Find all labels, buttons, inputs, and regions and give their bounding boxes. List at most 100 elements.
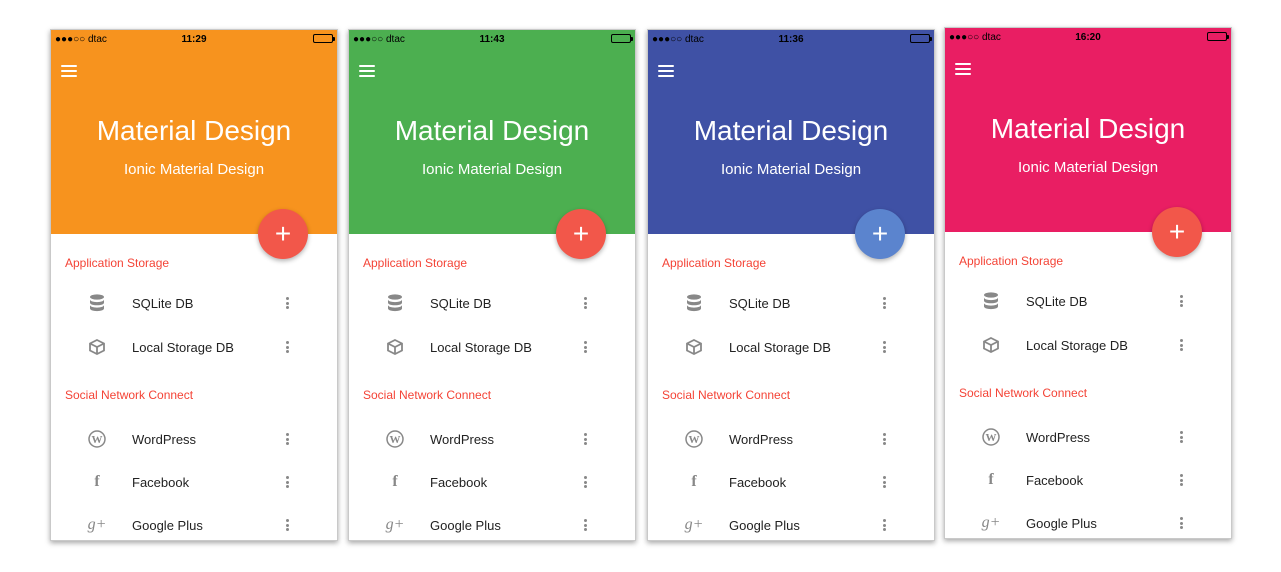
list-item-google-plus[interactable]: g+ Google Plus [945, 503, 1231, 538]
menu-button[interactable] [955, 63, 971, 75]
item-label: WordPress [1026, 430, 1091, 445]
page-title: Material Design [990, 113, 1186, 144]
list-item-wordpress[interactable]: W WordPress [349, 419, 635, 459]
list-item-local-storage[interactable]: Local Storage DB [648, 327, 934, 367]
svg-text:W: W [390, 434, 401, 446]
more-vert-icon[interactable] [581, 295, 589, 311]
menu-button[interactable] [658, 65, 674, 77]
item-label: Google Plus [430, 518, 501, 533]
phone-screen-green: ●●●○○ dtac 11:43 Material Design Ionic M… [348, 29, 636, 541]
cube-icon [684, 337, 704, 357]
page-subtitle: Ionic Material Design [421, 161, 563, 178]
more-vert-icon[interactable] [283, 517, 291, 533]
list-item-facebook[interactable]: f Facebook [349, 462, 635, 502]
list-item-wordpress[interactable]: W WordPress [648, 419, 934, 459]
more-vert-icon[interactable] [581, 339, 589, 355]
battery-icon [313, 34, 335, 43]
more-vert-icon[interactable] [1177, 293, 1185, 309]
database-icon [385, 293, 405, 313]
svg-text:W: W [92, 434, 103, 446]
database-icon [87, 293, 107, 313]
more-vert-icon[interactable] [581, 517, 589, 533]
list-item-google-plus[interactable]: g+ Google Plus [648, 505, 934, 540]
cube-icon [981, 335, 1001, 355]
more-vert-icon[interactable] [283, 295, 291, 311]
section-header-application-storage: Application Storage [65, 256, 170, 270]
more-vert-icon[interactable] [1177, 429, 1185, 445]
more-vert-icon[interactable] [880, 474, 888, 490]
more-vert-icon[interactable] [880, 295, 888, 311]
list-item-sqlite[interactable]: SQLite DB [51, 283, 337, 323]
google-plus-icon: g+ [684, 516, 704, 533]
item-label: SQLite DB [1026, 294, 1088, 309]
list-item-google-plus[interactable]: g+ Google Plus [51, 505, 337, 540]
list-item-local-storage[interactable]: Local Storage DB [945, 325, 1231, 365]
header: ●●●○○ dtac 11:36 Material Design Ionic M… [648, 30, 934, 234]
item-label: Local Storage DB [729, 340, 831, 355]
google-plus-icon: g+ [385, 516, 405, 533]
page-title: Material Design [394, 115, 590, 146]
item-label: WordPress [430, 432, 495, 447]
list-item-local-storage[interactable]: Local Storage DB [349, 327, 635, 367]
menu-button[interactable] [359, 65, 375, 77]
battery-indicator [611, 34, 633, 43]
add-fab-button[interactable]: + [855, 209, 905, 259]
wordpress-icon: W [981, 427, 1001, 447]
item-label: Facebook [430, 475, 488, 490]
page-subtitle: Ionic Material Design [1017, 159, 1159, 176]
more-vert-icon[interactable] [880, 431, 888, 447]
list-item-sqlite[interactable]: SQLite DB [945, 281, 1231, 321]
list-item-local-storage[interactable]: Local Storage DB [51, 327, 337, 367]
more-vert-icon[interactable] [283, 431, 291, 447]
battery-icon [611, 34, 633, 43]
list-item-facebook[interactable]: f Facebook [51, 462, 337, 502]
item-label: SQLite DB [729, 296, 791, 311]
more-vert-icon[interactable] [880, 339, 888, 355]
facebook-icon: f [94, 473, 100, 490]
status-bar: ●●●○○ dtac 11:43 [349, 30, 635, 50]
item-label: Facebook [1026, 473, 1084, 488]
status-bar: ●●●○○ dtac 16:20 [945, 28, 1231, 48]
list-item-facebook[interactable]: f Facebook [648, 462, 934, 502]
item-label: Local Storage DB [430, 340, 532, 355]
more-vert-icon[interactable] [581, 431, 589, 447]
list-item-sqlite[interactable]: SQLite DB [648, 283, 934, 323]
cube-icon [385, 337, 405, 357]
list-item-google-plus[interactable]: g+ Google Plus [349, 505, 635, 540]
section-header-application-storage: Application Storage [662, 256, 767, 270]
more-vert-icon[interactable] [880, 517, 888, 533]
section-header-application-storage: Application Storage [959, 254, 1064, 268]
wordpress-icon: W [684, 429, 704, 449]
list-item-wordpress[interactable]: W WordPress [51, 419, 337, 459]
list-item-facebook[interactable]: f Facebook [945, 460, 1231, 500]
item-label: Facebook [729, 475, 787, 490]
header: ●●●○○ dtac 11:29 Material Design Ionic M… [51, 30, 337, 234]
status-bar: ●●●○○ dtac 11:29 [51, 30, 337, 50]
facebook-icon: f [691, 473, 697, 490]
wordpress-icon: W [87, 429, 107, 449]
svg-text:W: W [689, 434, 700, 446]
add-fab-button[interactable]: + [258, 209, 308, 259]
list-item-wordpress[interactable]: W WordPress [945, 417, 1231, 457]
list-item-sqlite[interactable]: SQLite DB [349, 283, 635, 323]
status-time: 16:20 [1075, 32, 1101, 43]
more-vert-icon[interactable] [581, 474, 589, 490]
more-vert-icon[interactable] [1177, 337, 1185, 353]
more-vert-icon[interactable] [283, 474, 291, 490]
cube-icon [87, 337, 107, 357]
phone-screen-pink: ●●●○○ dtac 16:20 Material Design Ionic M… [944, 27, 1232, 539]
item-label: SQLite DB [132, 296, 194, 311]
add-fab-button[interactable]: + [556, 209, 606, 259]
more-vert-icon[interactable] [1177, 472, 1185, 488]
add-fab-button[interactable]: + [1152, 207, 1202, 257]
section-header-social-network: Social Network Connect [662, 388, 791, 402]
facebook-icon: f [988, 471, 994, 488]
more-vert-icon[interactable] [283, 339, 291, 355]
facebook-icon: f [392, 473, 398, 490]
page-title: Material Design [96, 115, 292, 146]
menu-button[interactable] [61, 65, 77, 77]
database-icon [684, 293, 704, 313]
item-label: Google Plus [1026, 516, 1097, 531]
more-vert-icon[interactable] [1177, 515, 1185, 531]
battery-indicator [1207, 32, 1229, 41]
